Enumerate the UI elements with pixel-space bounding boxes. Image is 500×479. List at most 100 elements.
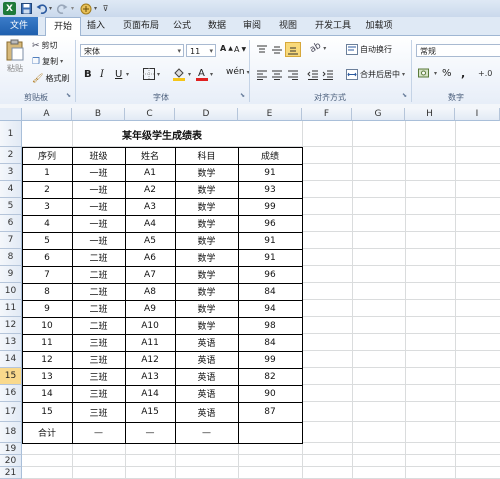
cell-class[interactable]: 二班 [72, 317, 125, 334]
cell-score[interactable]: 96 [238, 215, 302, 232]
italic-button[interactable]: I [100, 69, 104, 80]
cell-name[interactable]: A13 [125, 368, 175, 385]
cell-seq[interactable]: 4 [22, 215, 72, 232]
phonetic-button[interactable]: wén ▾ [226, 67, 250, 77]
column-header-c[interactable]: C [125, 108, 175, 121]
header-cell[interactable]: 序列 [22, 147, 72, 164]
redo-icon[interactable] [56, 2, 68, 15]
row-header[interactable]: 12 [0, 317, 22, 334]
column-header-g[interactable]: G [352, 108, 405, 121]
cut-button[interactable]: ✂ 剪切 [32, 40, 58, 51]
tab-page-layout[interactable]: 页面布局 [118, 17, 164, 35]
cell-score[interactable]: 87 [238, 402, 302, 422]
cell-seq[interactable]: 12 [22, 351, 72, 368]
increase-indent-button[interactable] [322, 70, 334, 80]
tab-data[interactable]: 数据 [205, 17, 229, 35]
copy-dropdown-icon[interactable]: ▾ [60, 58, 63, 65]
increase-decimal-button[interactable]: +.0 [478, 69, 492, 78]
cell-seq[interactable]: 1 [22, 164, 72, 181]
cell-subject[interactable]: 数学 [175, 317, 238, 334]
cell-score[interactable]: 99 [238, 351, 302, 368]
cell-name[interactable]: A8 [125, 283, 175, 300]
cell-name[interactable]: A6 [125, 249, 175, 266]
save-icon[interactable] [20, 2, 32, 15]
cell-class[interactable]: 三班 [72, 368, 125, 385]
decrease-indent-button[interactable] [307, 70, 319, 80]
cell-seq[interactable]: 3 [22, 198, 72, 215]
cell-score[interactable]: 91 [238, 164, 302, 181]
column-header-f[interactable]: F [302, 108, 352, 121]
cell-class[interactable]: 二班 [72, 300, 125, 317]
align-top-button[interactable] [256, 45, 268, 55]
column-header-e[interactable]: E [238, 108, 302, 121]
column-header-a[interactable]: A [22, 108, 72, 121]
cell-name[interactable]: A5 [125, 232, 175, 249]
cell-name[interactable]: A11 [125, 334, 175, 351]
cell-seq[interactable]: 2 [22, 181, 72, 198]
cell-name[interactable]: A14 [125, 385, 175, 402]
paste-button[interactable]: 粘贴 [4, 39, 26, 85]
cell-class[interactable]: 二班 [72, 249, 125, 266]
dialog-launcher-icon[interactable]: ⬊ [66, 92, 71, 99]
header-cell[interactable]: 姓名 [125, 147, 175, 164]
bold-button[interactable]: B [84, 69, 92, 80]
cell-subject[interactable]: 英语 [175, 334, 238, 351]
column-header-h[interactable]: H [405, 108, 455, 121]
undo-icon[interactable] [35, 2, 47, 15]
percent-button[interactable]: % [442, 68, 452, 79]
cell-seq[interactable]: 6 [22, 249, 72, 266]
cell-seq[interactable]: 5 [22, 232, 72, 249]
custom-icon[interactable] [79, 2, 92, 15]
row-header[interactable]: 8 [0, 249, 22, 266]
grow-font-button[interactable]: A ▲ [220, 44, 233, 53]
orientation-button[interactable]: ab ▾ [308, 41, 326, 55]
cell-name[interactable]: A12 [125, 351, 175, 368]
fill-color-button[interactable]: ▾ [172, 67, 191, 81]
cell-seq[interactable]: 9 [22, 300, 72, 317]
total-name[interactable]: — [125, 422, 175, 443]
cell-name[interactable]: A15 [125, 402, 175, 422]
redo-dropdown-icon[interactable]: ▾ [69, 2, 76, 15]
row-header[interactable]: 20 [0, 455, 22, 467]
merge-center-button[interactable]: 合并后居中 ▾ [346, 69, 405, 80]
cell-score[interactable]: 99 [238, 198, 302, 215]
cell-score[interactable]: 94 [238, 300, 302, 317]
cell-seq[interactable]: 13 [22, 368, 72, 385]
cell-name[interactable]: A10 [125, 317, 175, 334]
cell-subject[interactable]: 数学 [175, 164, 238, 181]
align-right-button[interactable] [287, 70, 299, 80]
column-header-d[interactable]: D [175, 108, 238, 121]
tab-file[interactable]: 文件 [0, 17, 38, 35]
total-subject[interactable]: — [175, 422, 238, 443]
wrap-text-button[interactable]: 自动换行 [346, 44, 392, 55]
undo-dropdown-icon[interactable]: ▾ [47, 2, 54, 15]
cell-score[interactable]: 93 [238, 181, 302, 198]
cell-score[interactable]: 84 [238, 334, 302, 351]
row-header[interactable]: 14 [0, 351, 22, 368]
cell-subject[interactable]: 英语 [175, 351, 238, 368]
underline-button[interactable]: U [115, 69, 122, 80]
cell-class[interactable]: 三班 [72, 351, 125, 368]
cell-subject[interactable]: 数学 [175, 232, 238, 249]
border-button[interactable]: ▾ [143, 68, 160, 80]
cell-name[interactable]: A7 [125, 266, 175, 283]
cell-subject[interactable]: 英语 [175, 402, 238, 422]
cell-name[interactable]: A2 [125, 181, 175, 198]
tab-addins[interactable]: 加载项 [362, 17, 396, 35]
total-class[interactable]: — [72, 422, 125, 443]
column-header-b[interactable]: B [72, 108, 125, 121]
cell-class[interactable]: 一班 [72, 198, 125, 215]
row-header[interactable]: 17 [0, 402, 22, 422]
cell-class[interactable]: 一班 [72, 232, 125, 249]
align-bottom-button[interactable] [285, 42, 301, 57]
cell-subject[interactable]: 数学 [175, 266, 238, 283]
cell-subject[interactable]: 数学 [175, 249, 238, 266]
align-left-button[interactable] [256, 70, 268, 80]
custom-dropdown-icon[interactable]: ▾ [92, 2, 99, 15]
cell-score[interactable]: 84 [238, 283, 302, 300]
comma-button[interactable]: , [461, 67, 465, 80]
cell-score[interactable]: 98 [238, 317, 302, 334]
copy-button[interactable]: ❐ 复制 ▾ [32, 56, 63, 67]
total-label[interactable]: 合计 [22, 422, 72, 443]
cell-score[interactable]: 91 [238, 249, 302, 266]
